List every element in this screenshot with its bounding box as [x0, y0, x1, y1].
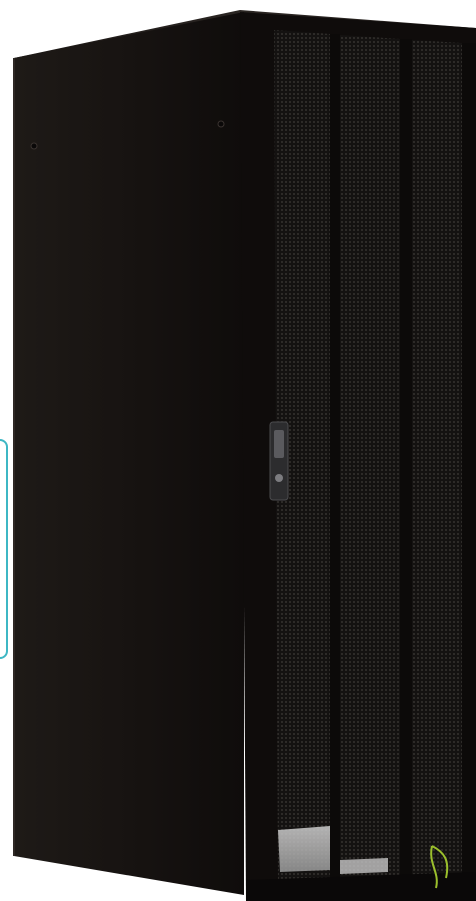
door-stile — [400, 39, 412, 884]
door-stile — [462, 43, 476, 884]
product-photo — [0, 0, 476, 901]
side-panel — [14, 12, 244, 895]
side-screw — [217, 120, 225, 128]
door-mesh-panel — [412, 40, 462, 880]
floor-grille — [340, 858, 388, 874]
side-screw — [30, 142, 38, 150]
door-mesh-panel — [340, 35, 400, 880]
floor-grille — [278, 826, 330, 872]
rack-cabinet-illustration — [13, 10, 476, 901]
cabinet-handle-icon — [269, 421, 289, 501]
door-stile — [330, 34, 340, 884]
